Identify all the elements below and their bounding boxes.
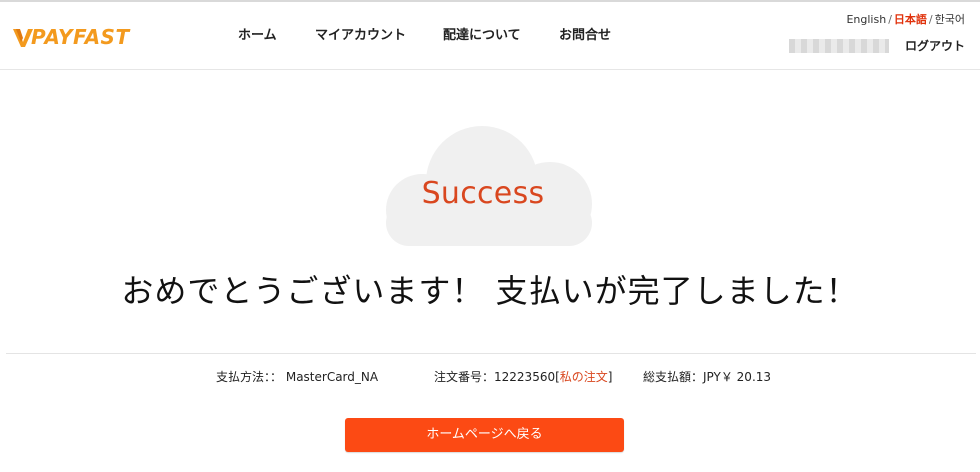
lang-separator: /: [888, 13, 892, 26]
total-amount-value: JPY￥ 20.13: [703, 370, 772, 384]
my-orders-link[interactable]: 私の注文: [560, 370, 608, 384]
order-link-bracket-close: ]: [607, 370, 613, 384]
order-number: 注文番号：12223560[私の注文]: [434, 368, 612, 386]
payment-complete-message: おめでとうございます！ 支払いが完了しました！: [121, 272, 859, 310]
nav-item-my-account[interactable]: マイアカウント: [315, 26, 406, 46]
payment-method: 支払方法：： MasterCard_NA: [216, 368, 378, 386]
payment-method-label: 支払方法：：: [216, 370, 283, 384]
nav-item-delivery[interactable]: 配達について: [443, 26, 521, 46]
language-switcher: English / 日本語 / 한국어: [846, 12, 965, 28]
total-amount-label: 総支払額：: [643, 370, 704, 384]
lang-english[interactable]: English: [846, 13, 886, 26]
username-redacted: [789, 39, 889, 53]
nav-item-contact[interactable]: お問合せ: [559, 26, 611, 46]
nav-item-home[interactable]: ホーム: [238, 26, 277, 46]
lang-korean[interactable]: 한국어: [935, 13, 965, 26]
site-header: PAYFAST ホーム マイアカウント 配達について お問合せ English /…: [0, 2, 980, 70]
return-home-button[interactable]: ホームページへ戻る: [345, 418, 624, 452]
order-number-label: 注文番号：: [434, 370, 495, 384]
logout-link[interactable]: ログアウト: [905, 38, 965, 54]
divider: [6, 353, 976, 354]
success-heading: Success: [421, 176, 545, 211]
lang-separator: /: [928, 13, 933, 26]
lang-japanese[interactable]: 日本語: [894, 13, 927, 26]
payment-method-value: MasterCard_NA: [285, 370, 379, 384]
total-amount: 総支払額：JPY￥ 20.13: [643, 368, 771, 386]
order-number-value: 12223560: [494, 370, 556, 384]
